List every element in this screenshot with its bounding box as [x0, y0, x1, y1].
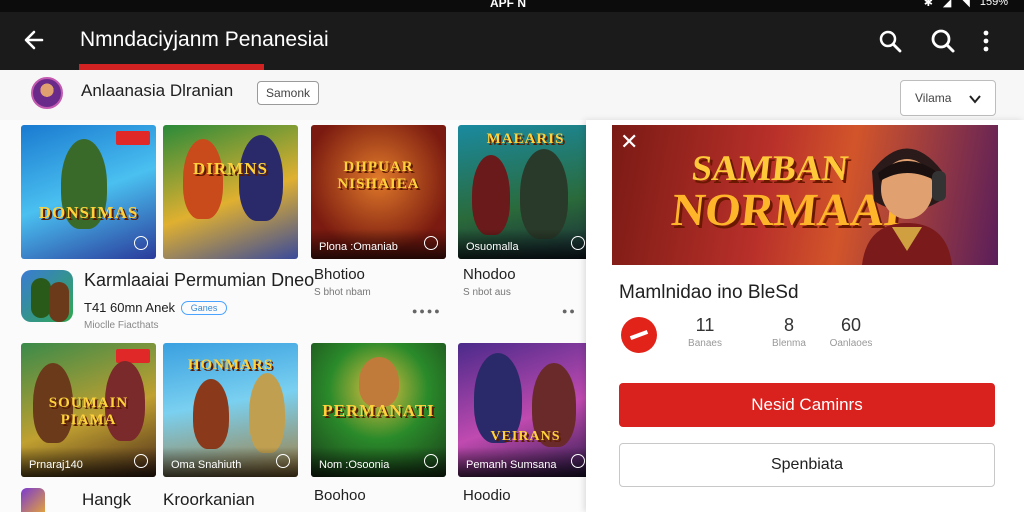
list-item[interactable]: Bhotioo S bhot nbam [314, 266, 371, 298]
chevron-down-icon [969, 95, 981, 104]
featured-app-info: Karmlaaiai Permumian Dneo T41 60mn Anek … [84, 270, 314, 331]
wifi-icon: ◥ [961, 0, 970, 9]
details-panel: ✕ SAMBAN NORMAAI Mamlnidao ino BleSd 11 … [586, 120, 1024, 512]
category-pill[interactable]: Ganes [181, 300, 228, 315]
play-icon [134, 236, 148, 250]
status-icons: ✱ ◢ ◥ 159% [924, 0, 1008, 9]
character-figure [520, 149, 568, 239]
featured-app-rating: T41 60mn Anek Ganes [84, 300, 314, 315]
bluetooth-icon: ✱ [923, 0, 933, 9]
game-tile[interactable]: DHPUAR NISHAIEA Plona :Omaniab [311, 125, 446, 259]
character-figure [183, 139, 223, 219]
play-icon [424, 236, 438, 250]
dropdown-value: Vilama [915, 91, 952, 105]
primary-action-button[interactable]: Nesid Caminrs [619, 383, 995, 427]
list-item[interactable]: Nhodoo S nbot aus [463, 266, 516, 298]
avatar[interactable] [31, 77, 63, 109]
game-tile[interactable]: DONSIMAS [21, 125, 156, 259]
character-figure [359, 357, 399, 407]
carrier-label: APF N [490, 0, 526, 10]
stats-row: 11 Banaes 8 Blenma 60 Oanlaoes [621, 315, 921, 355]
page-title: Nmndaciyjanm Penanesiai [80, 28, 329, 51]
list-item[interactable]: Hoodio [463, 487, 511, 504]
app-icon[interactable] [21, 488, 45, 512]
account-row: Anlaanasia Dlranian Samonk Vilama [0, 70, 1024, 120]
character-figure [193, 379, 229, 449]
signal-icon: ◢ [942, 0, 952, 9]
list-item[interactable]: Kroorkanian [163, 490, 255, 510]
game-tile[interactable]: HONMARS Oma Snahiuth [163, 343, 298, 477]
tile-art-title: SOUMAIN PIAMA [48, 395, 129, 428]
tile-art-title: PERMANATI [322, 401, 435, 420]
search-alt-icon[interactable] [928, 27, 956, 55]
game-tile[interactable]: PERMANATI Nom :Osoonia [311, 343, 446, 477]
stat-item: 8 Blenma [772, 315, 806, 349]
character-figure [249, 373, 285, 453]
hero-character-image [862, 148, 952, 265]
featured-app-subline: Mioclle Fiacthats [84, 320, 159, 331]
tile-art-title: DIRMNS [193, 159, 268, 178]
game-tile[interactable]: DIRMNS [163, 125, 298, 259]
more-dots-icon[interactable]: ●●●● [412, 306, 442, 316]
battery-label: 159% [979, 0, 1008, 8]
list-item[interactable]: Boohoo [314, 487, 366, 504]
game-tile[interactable]: VEIRANS Pemanh Sumsana [458, 343, 593, 477]
more-vert-icon[interactable] [978, 27, 994, 55]
status-bar: APF N ✱ ◢ ◥ 159% [0, 0, 1024, 12]
play-icon [424, 454, 438, 468]
stat-item: 60 Oanlaoes [829, 315, 873, 349]
play-icon [571, 454, 585, 468]
stat-item: 11 Banaes [688, 315, 722, 349]
search-icon[interactable] [876, 27, 904, 55]
tile-art-title: MAEARIS [486, 131, 565, 147]
more-dots-icon[interactable]: ●● [562, 306, 577, 316]
app-bar: Nmndaciyjanm Penanesiai [0, 12, 1024, 70]
tile-art-title: DHPUAR NISHAIEA [337, 159, 420, 192]
game-grid: DONSIMAS DIRMNS DHPUAR NISHAIEA Plona :O… [0, 120, 593, 512]
tile-art-title: VEIRANS [490, 429, 561, 444]
app-icon[interactable] [21, 270, 73, 322]
play-icon [134, 454, 148, 468]
badge [116, 131, 150, 145]
game-tile[interactable]: MAEARIS Osuomalla [458, 125, 593, 259]
play-icon [276, 454, 290, 468]
list-item[interactable]: Hangk [82, 490, 131, 510]
secondary-action-button[interactable]: Spenbiata [619, 443, 995, 487]
game-tile[interactable]: SOUMAIN PIAMA Prnaraj140 [21, 343, 156, 477]
featured-banner: ✕ SAMBAN NORMAAI [612, 125, 998, 265]
back-arrow-icon[interactable] [22, 25, 48, 55]
play-icon [571, 236, 585, 250]
character-figure [472, 155, 510, 235]
close-icon[interactable]: ✕ [620, 131, 638, 153]
filter-chip[interactable]: Samonk [257, 81, 319, 105]
account-name: Anlaanasia Dlranian [81, 81, 234, 100]
rating-icon [621, 317, 657, 353]
tile-art-title: DONSIMAS [38, 203, 139, 222]
tile-art-title: HONMARS [187, 357, 274, 373]
featured-app-title[interactable]: Karmlaaiai Permumian Dneo [84, 270, 314, 291]
view-dropdown[interactable]: Vilama [900, 80, 996, 116]
panel-title: Mamlnidao ino BleSd [619, 282, 799, 303]
